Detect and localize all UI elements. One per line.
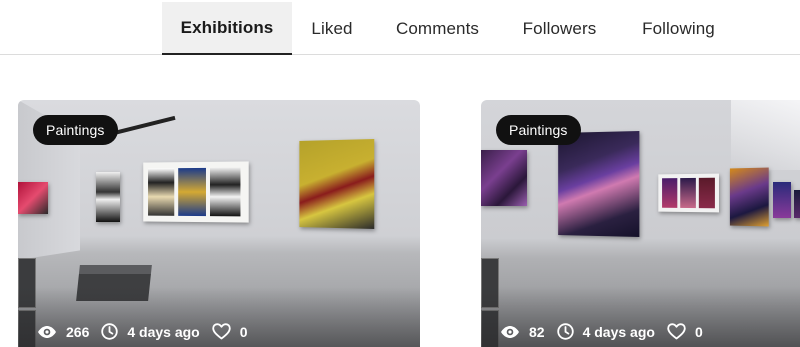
painting-frame: [96, 172, 120, 222]
likes-count: 0: [694, 323, 703, 340]
card-stats: 82 4 days ago 0: [500, 323, 707, 340]
tab-following[interactable]: Following: [632, 2, 725, 55]
painting-frame: [794, 190, 800, 218]
likes-stat: 0: [212, 323, 248, 340]
heart-icon[interactable]: [667, 323, 686, 340]
eye-icon: [38, 325, 56, 338]
painting-frame: [729, 167, 769, 227]
clock-icon: [101, 323, 119, 340]
painting-frame: [658, 173, 719, 213]
tab-liked[interactable]: Liked: [304, 2, 360, 55]
views-count: 266: [66, 323, 90, 340]
time-stat: 4 days ago: [101, 323, 200, 340]
likes-count: 0: [239, 323, 248, 340]
time-stat: 4 days ago: [556, 323, 655, 340]
exhibition-card[interactable]: Paintings 82 4 days ago 0: [481, 100, 800, 347]
exhibition-card[interactable]: Paintings 266 4 days ago 0: [18, 100, 420, 347]
views-stat: 82: [500, 324, 545, 340]
light-beam: [731, 100, 800, 170]
clock-icon: [556, 323, 574, 340]
painting-frame: [481, 150, 527, 206]
tab-followers[interactable]: Followers: [513, 2, 606, 55]
views-count: 82: [529, 323, 545, 340]
painting-frame: [558, 130, 640, 238]
card-stats: 266 4 days ago 0: [37, 323, 252, 340]
painting-frame: [773, 182, 791, 218]
category-badge: Paintings: [33, 115, 118, 145]
tab-comments[interactable]: Comments: [387, 2, 488, 55]
painting-frame: [18, 182, 48, 214]
heart-icon[interactable]: [212, 323, 231, 340]
eye-icon: [501, 325, 519, 338]
painting-frame: [299, 139, 375, 229]
views-stat: 266: [37, 324, 89, 340]
profile-tabs: Exhibitions Liked Comments Followers Fol…: [0, 0, 800, 55]
painting-frame: [143, 161, 249, 223]
tab-exhibitions[interactable]: Exhibitions: [162, 2, 292, 55]
time-ago: 4 days ago: [582, 323, 655, 340]
category-badge: Paintings: [496, 115, 581, 145]
likes-stat: 0: [667, 323, 703, 340]
time-ago: 4 days ago: [127, 323, 200, 340]
